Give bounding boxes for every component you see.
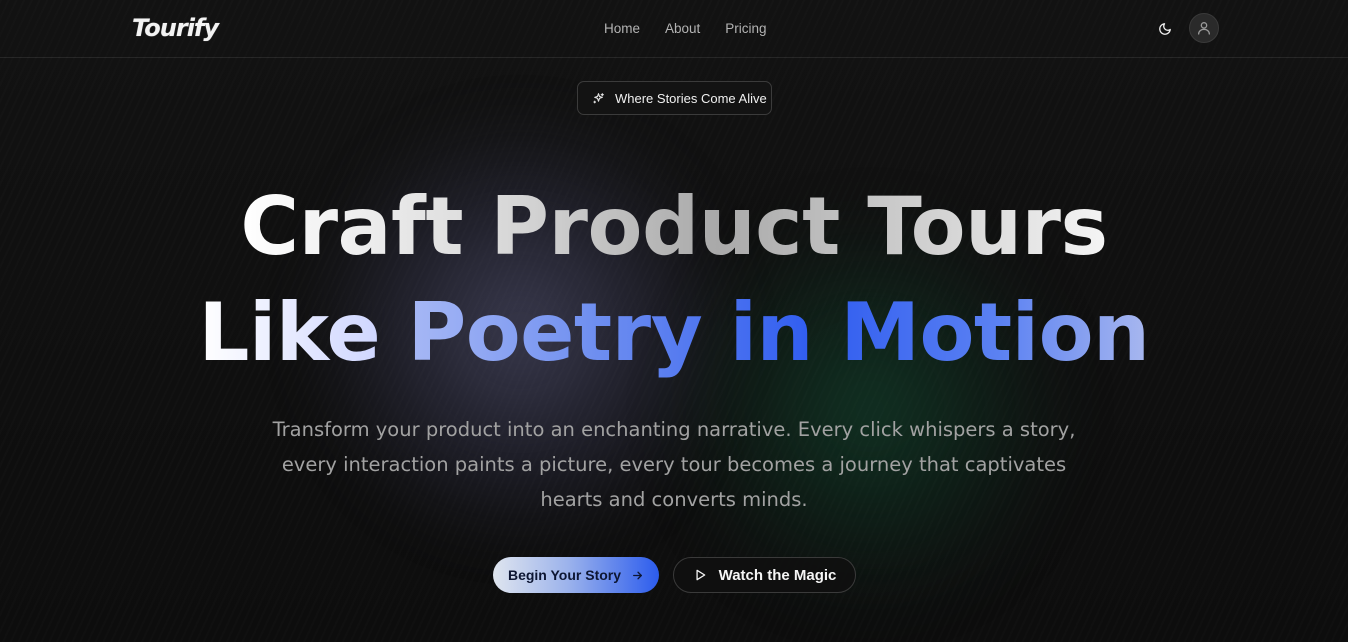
hero-headline-line1: Craft Product Tours (0, 187, 1348, 267)
arrow-right-icon (633, 571, 642, 579)
main-nav: Home About Pricing (604, 0, 767, 57)
hero-description-line: Transform your product into an enchantin… (272, 418, 1076, 441)
nav-link-home[interactable]: Home (604, 21, 640, 36)
site-header: Tourify Home About Pricing (0, 0, 1348, 58)
play-icon (696, 569, 705, 581)
sparkles-icon (593, 92, 604, 103)
begin-your-story-label: Begin Your Story (507, 567, 622, 583)
hero-headline-line2: Like Poetry in Motion (0, 293, 1348, 373)
hero-description-line: hearts and converts minds. (540, 488, 808, 511)
moon-icon (1159, 23, 1171, 35)
hero-headline-highlight: Poetry in Motion (407, 286, 1150, 379)
begin-your-story-button[interactable]: Begin Your Story (493, 557, 659, 593)
hero-description: Transform your product into an enchantin… (270, 412, 1078, 517)
watch-the-magic-label: Watch the Magic (718, 566, 837, 584)
nav-link-pricing[interactable]: Pricing (725, 21, 766, 36)
hero-headline-like: Like (198, 286, 381, 379)
hero-headline-text: Craft Product Tours (240, 180, 1108, 273)
hero-description-line: every interaction paints a picture, ever… (281, 453, 1067, 476)
watch-the-magic-button[interactable]: Watch the Magic (673, 557, 856, 593)
badge-label: Where Stories Come Alive (615, 90, 767, 106)
brand-logo[interactable]: Tourify (132, 14, 219, 42)
user-avatar-button[interactable] (1189, 13, 1219, 43)
user-icon (1198, 22, 1210, 35)
tagline-badge: Where Stories Come Alive (577, 81, 772, 115)
theme-toggle-button[interactable] (1155, 19, 1175, 39)
nav-link-about[interactable]: About (665, 21, 700, 36)
